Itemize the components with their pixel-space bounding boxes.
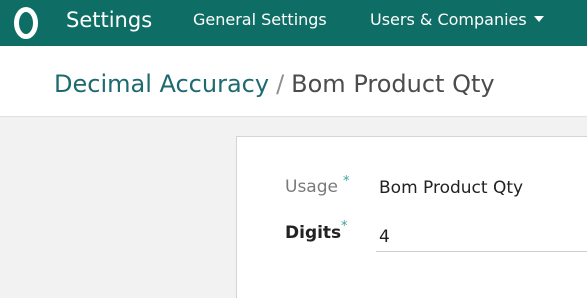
menu-users-companies-label: Users & Companies bbox=[370, 10, 527, 29]
menu-users-companies[interactable]: Users & Companies bbox=[370, 9, 544, 31]
usage-value: Bom Product Qty bbox=[379, 178, 524, 198]
control-panel: Decimal Accuracy / Bom Product Qty bbox=[0, 46, 587, 117]
breadcrumb-current: Bom Product Qty bbox=[291, 70, 495, 98]
odoo-logo-icon[interactable] bbox=[0, 0, 52, 46]
breadcrumb: Decimal Accuracy / Bom Product Qty bbox=[54, 69, 495, 99]
breadcrumb-separator: / bbox=[276, 70, 285, 98]
top-navbar: Settings General Settings Users & Compan… bbox=[0, 0, 587, 46]
usage-required-marker: * bbox=[343, 174, 350, 189]
digits-input[interactable] bbox=[376, 222, 587, 252]
menu-general-settings-label: General Settings bbox=[193, 10, 327, 29]
usage-label: Usage bbox=[285, 177, 338, 197]
form-sheet bbox=[236, 136, 587, 298]
menu-general-settings[interactable]: General Settings bbox=[193, 9, 327, 31]
digits-required-marker: * bbox=[341, 219, 348, 234]
digits-label: Digits bbox=[285, 223, 342, 243]
chevron-down-icon bbox=[533, 16, 544, 22]
breadcrumb-parent-link[interactable]: Decimal Accuracy bbox=[54, 70, 269, 98]
app-title[interactable]: Settings bbox=[66, 5, 152, 35]
